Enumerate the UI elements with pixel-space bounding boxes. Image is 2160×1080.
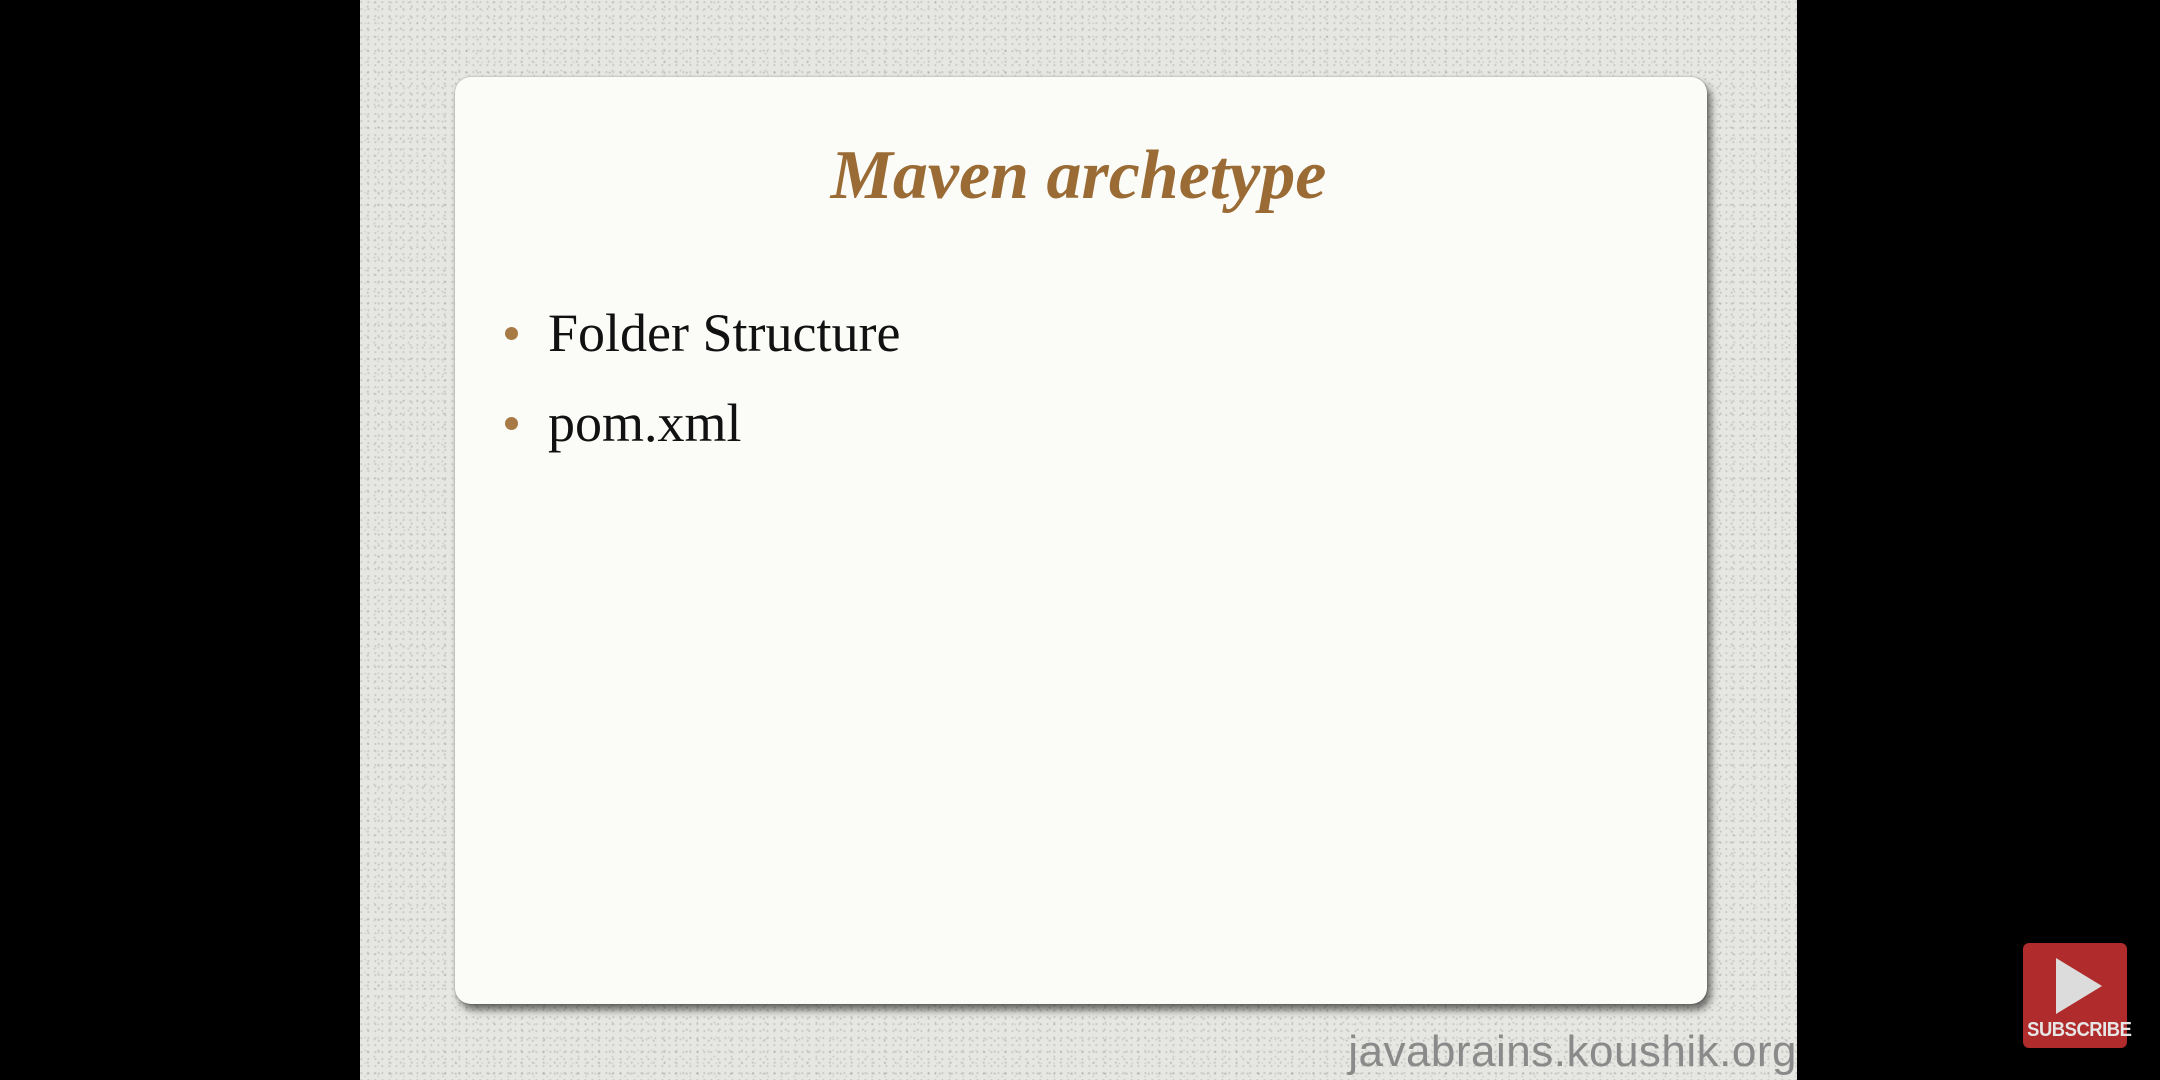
bullet-item: Folder Structure — [505, 288, 900, 378]
play-icon — [2056, 958, 2102, 1014]
bullet-dot-icon — [505, 416, 518, 430]
slide-title: Maven archetype — [830, 137, 1327, 214]
bullet-dot-icon — [505, 326, 518, 340]
watermark: javabrains.koushik.org — [1348, 1027, 1797, 1076]
subscribe-label: SUBSCRIBE — [2027, 1019, 2132, 1041]
video-frame[interactable]: Maven archetype Folder Structure pom.xml… — [0, 0, 2160, 1080]
subscribe-button[interactable]: SUBSCRIBE — [2023, 943, 2132, 1048]
bullet-text: Folder Structure — [548, 303, 901, 363]
bullet-text: pom.xml — [548, 393, 742, 453]
bullet-item: pom.xml — [505, 378, 900, 468]
slide-area: Maven archetype Folder Structure pom.xml… — [360, 0, 1797, 1080]
bullet-list: Folder Structure pom.xml — [505, 288, 900, 468]
